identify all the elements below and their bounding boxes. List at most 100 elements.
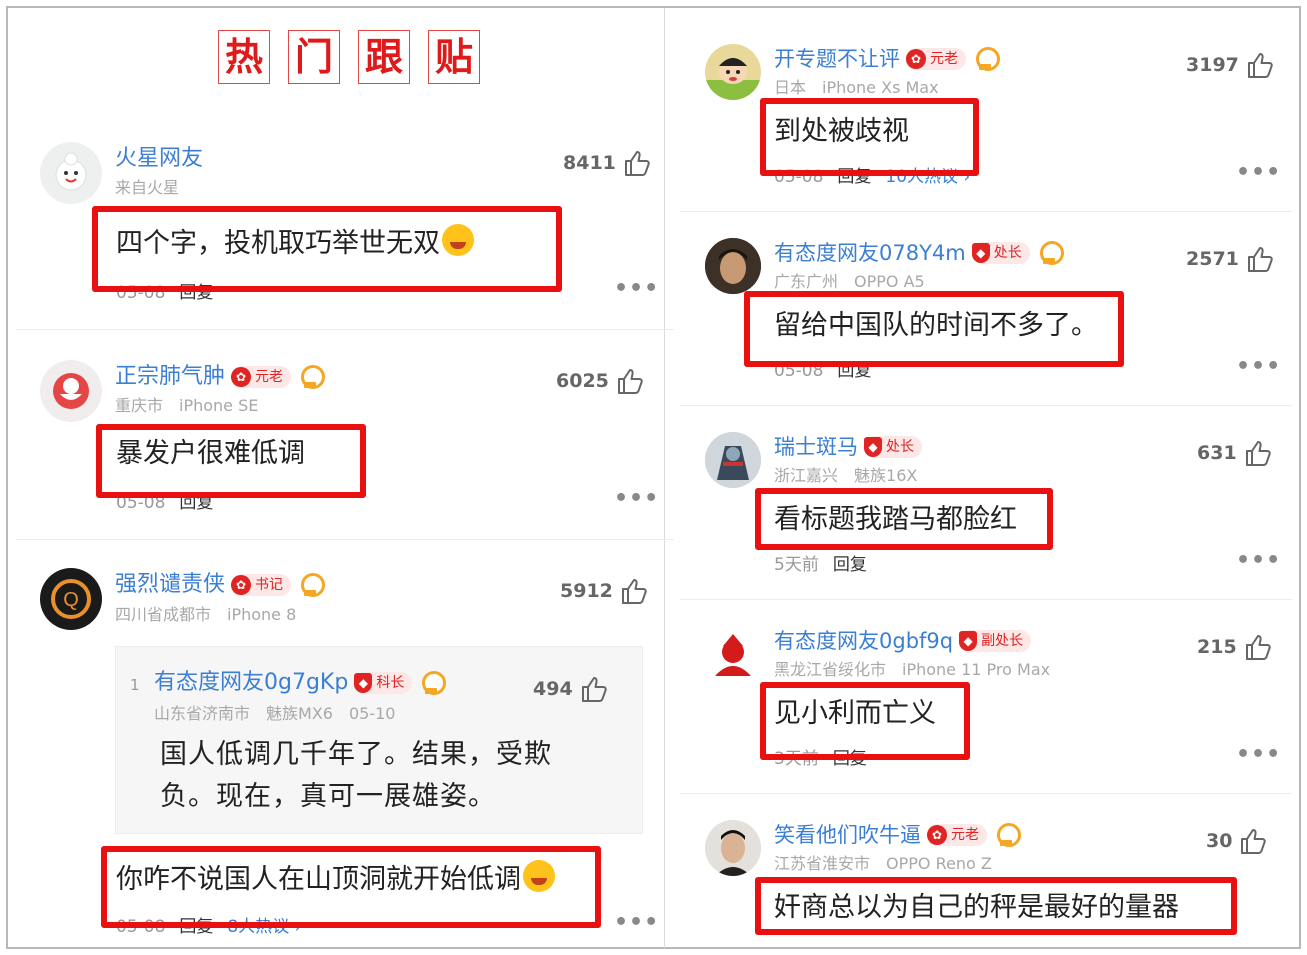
user-avatar[interactable] [40, 142, 102, 204]
more-options-icon[interactable]: ••• [1236, 160, 1281, 185]
comment-username[interactable]: 有态度网友078Y4m ◆ 处长 [774, 240, 1064, 266]
like-count: 5912 [560, 580, 613, 602]
comment-divider [680, 599, 1292, 600]
comment-date: 05-08 [116, 283, 166, 303]
comment-username[interactable]: 开专题不让评 ✿ 元老 [774, 46, 1000, 72]
user-avatar[interactable] [705, 238, 761, 294]
like-count: 494 [533, 678, 573, 700]
more-options-icon[interactable]: ••• [1236, 354, 1281, 379]
comment-username[interactable]: 强烈谴责侠 ✿ 书记 [115, 572, 326, 598]
hot-discussion-link[interactable]: 8人热议 › [227, 917, 301, 937]
comment-date: 05-08 [774, 167, 824, 187]
more-options-icon[interactable]: ••• [1236, 548, 1281, 573]
username-text[interactable]: 瑞士斑马 [774, 434, 858, 460]
like-button[interactable]: 2571 [1186, 244, 1275, 274]
like-button[interactable]: 6025 [556, 366, 645, 396]
like-count: 2571 [1186, 248, 1239, 270]
location-text: 山东省济南市 [154, 704, 251, 723]
comment-date: 05-08 [774, 361, 824, 381]
flower-badge-icon: ✿ [906, 49, 926, 69]
user-avatar[interactable] [705, 44, 761, 100]
rank-label: 元老 [951, 827, 979, 843]
username-text[interactable]: 有态度网友0gbf9q [774, 628, 953, 654]
comment-meta: 来自火星 [115, 178, 179, 198]
medal-icon [299, 365, 326, 389]
more-options-icon[interactable]: ••• [614, 910, 659, 935]
like-button[interactable]: 30 [1206, 826, 1268, 856]
comment-username[interactable]: 笑看他们吹牛逼 ✿ 元老 [774, 822, 1021, 848]
reply-index: 1 [130, 676, 140, 694]
username-text[interactable]: 正宗肺气肿 [115, 364, 225, 390]
like-button[interactable]: 5912 [560, 576, 649, 606]
thumbs-up-icon [1241, 829, 1267, 854]
reply-link[interactable]: 回复 [179, 283, 213, 303]
svg-text:Q: Q [63, 589, 79, 611]
username-text[interactable]: 笑看他们吹牛逼 [774, 822, 921, 848]
reply-link[interactable]: 回复 [837, 167, 871, 187]
like-count: 8411 [563, 152, 616, 174]
like-button[interactable]: 215 [1197, 632, 1273, 662]
like-button[interactable]: 3197 [1186, 50, 1275, 80]
user-avatar[interactable] [705, 626, 761, 682]
medal-icon [995, 823, 1021, 847]
comment-meta: 江苏省淮安市 OPPO Reno Z [774, 854, 992, 874]
comment-username[interactable]: 火星网友 [115, 146, 203, 172]
username-text[interactable]: 有态度网友0g7gKp [154, 670, 348, 696]
user-avatar[interactable] [705, 432, 761, 488]
like-button[interactable]: 631 [1197, 438, 1273, 468]
reply-link[interactable]: 回复 [837, 361, 871, 381]
thumbs-up-icon [1245, 441, 1271, 466]
device-text: 魅族16X [854, 466, 918, 485]
device-text: iPhone SE [179, 396, 259, 415]
user-avatar[interactable] [705, 820, 761, 876]
more-options-icon[interactable]: ••• [1236, 742, 1281, 767]
comment-divider [680, 405, 1292, 406]
like-count: 30 [1206, 830, 1233, 852]
laughing-emoji-icon [442, 224, 474, 256]
reply-username[interactable]: 有态度网友0g7gKp ◆ 科长 [154, 670, 447, 696]
username-text[interactable]: 强烈谴责侠 [115, 572, 225, 598]
like-count: 215 [1197, 636, 1237, 658]
reply-link[interactable]: 回复 [833, 555, 867, 575]
comment-date: 5天前 [774, 555, 819, 575]
like-count: 3197 [1186, 54, 1239, 76]
rank-badge: ✿ 书记 [231, 574, 292, 596]
like-button[interactable]: 8411 [563, 148, 652, 178]
comment-divider [680, 793, 1292, 794]
like-button[interactable]: 494 [533, 674, 609, 704]
reply-link[interactable]: 回复 [179, 917, 213, 937]
rank-badge: ◆ 科长 [354, 672, 413, 694]
rank-label: 副处长 [981, 633, 1024, 649]
user-avatar[interactable] [40, 360, 102, 422]
thumbs-up-icon [621, 579, 647, 604]
rank-badge: ◆ 副处长 [959, 630, 1032, 652]
flower-badge-icon: ✿ [231, 367, 252, 387]
username-text[interactable]: 开专题不让评 [774, 46, 900, 72]
more-options-icon[interactable]: ••• [614, 486, 659, 511]
title-char: 门 [288, 30, 340, 84]
comment-username[interactable]: 正宗肺气肿 ✿ 元老 [115, 364, 326, 390]
hot-discussion-link[interactable]: 10人热议 › [885, 167, 970, 187]
user-avatar[interactable]: Q [40, 568, 102, 630]
reply-link[interactable]: 回复 [833, 749, 867, 769]
comment-actions: 3天前 回复 [774, 744, 867, 769]
comment-text-content: 四个字，投机取巧举世无双 [116, 228, 440, 259]
location-text: 江苏省淮安市 [774, 854, 871, 873]
more-options-icon[interactable]: ••• [614, 276, 659, 301]
thumbs-up-icon [581, 677, 607, 702]
rank-badge: ◆ 处长 [971, 242, 1030, 264]
comment-divider [680, 211, 1292, 212]
comment-text: 看标题我踏马都脸红 [774, 504, 1017, 535]
username-text[interactable]: 有态度网友078Y4m [774, 240, 966, 266]
comment-text: 见小利而亡义 [774, 698, 936, 729]
comment-username[interactable]: 瑞士斑马 ◆ 处长 [774, 434, 922, 460]
medal-icon [1038, 241, 1064, 265]
device-text: OPPO Reno Z [886, 854, 992, 873]
comment-text: 暴发户很难低调 [116, 438, 305, 469]
location-text: 重庆市 [115, 396, 164, 415]
comment-username[interactable]: 有态度网友0gbf9q ◆ 副处长 [774, 628, 1032, 654]
reply-link[interactable]: 回复 [179, 493, 213, 513]
username-text[interactable]: 火星网友 [115, 146, 203, 172]
laughing-emoji-icon [523, 860, 555, 892]
flower-badge-icon: ✿ [231, 575, 252, 595]
